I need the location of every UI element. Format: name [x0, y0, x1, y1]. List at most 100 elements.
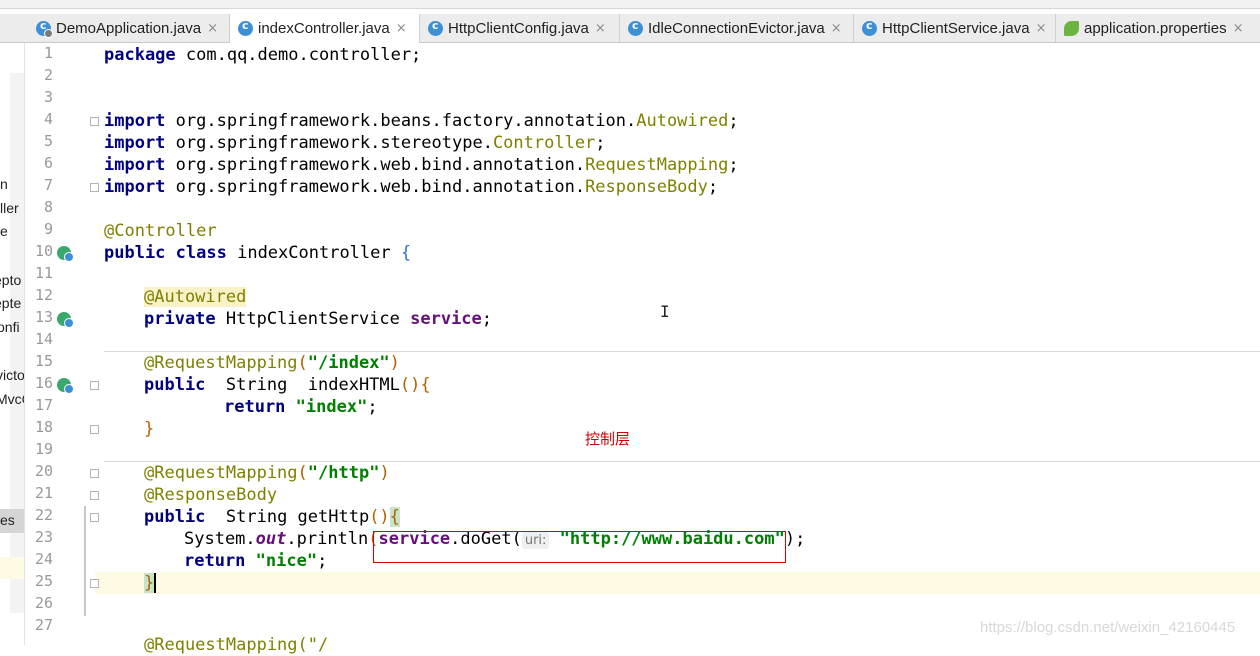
keyword: public: [144, 507, 206, 527]
keyword: private: [144, 309, 216, 329]
parens: (): [399, 375, 421, 395]
code-line-9: @Controller: [104, 220, 217, 242]
semicolon: ;: [367, 397, 378, 417]
fold-marker-icon[interactable]: [90, 491, 99, 500]
tab-httpclientservice[interactable]: HttpClientService.java ×: [854, 14, 1056, 42]
tab-httpclientconfig[interactable]: HttpClientConfig.java ×: [420, 14, 620, 42]
import-path: org.springframework.stereotype.: [165, 133, 493, 153]
keyword: import: [104, 155, 166, 175]
method-call: .doGet(: [450, 529, 522, 549]
annotation: @ResponseBody: [144, 485, 278, 505]
keyword: public: [144, 375, 206, 395]
line-number: 11: [34, 264, 53, 282]
tab-idleconnectionevictor[interactable]: IdleConnectionEvictor.java ×: [620, 14, 854, 42]
keyword: import: [104, 133, 166, 153]
project-tree-item[interactable]: es: [0, 512, 15, 528]
fold-marker-icon[interactable]: [90, 513, 99, 522]
spring-class-icon: [36, 19, 53, 38]
code-line-16: public String indexHTML(){: [144, 374, 431, 396]
semicolon: ;: [595, 133, 606, 153]
keyword: import: [104, 177, 166, 197]
annotation: @Autowired: [144, 287, 247, 307]
code-line-23: System.out.println(service.doGet(uri: "h…: [184, 529, 806, 549]
project-panel: n ller e epto epte onfi victo MvcC es: [0, 43, 25, 645]
mouse-ibeam-cursor-icon: I: [660, 302, 670, 321]
statement-end: );: [784, 529, 806, 549]
line-number: 9: [43, 220, 53, 238]
import-class: RequestMapping: [585, 155, 729, 175]
string-literal: "/http": [307, 463, 380, 483]
string-literal: "nice": [255, 551, 318, 571]
import-class: ResponseBody: [585, 177, 708, 197]
line-number: 24: [34, 550, 53, 568]
import-class: Autowired: [636, 111, 729, 131]
fold-marker-icon[interactable]: [90, 579, 99, 588]
tab-indexcontroller[interactable]: indexController.java ×: [230, 14, 420, 43]
line-number: 17: [34, 396, 53, 414]
fold-marker-icon[interactable]: [90, 469, 99, 478]
close-icon[interactable]: ×: [1233, 21, 1244, 36]
code-line-13: private HttpClientService service;: [144, 308, 492, 330]
annotation-note: 控制层: [585, 430, 631, 448]
annotation: @RequestMapping: [144, 463, 298, 483]
field-name: service: [410, 309, 482, 329]
field-name: service: [378, 529, 451, 549]
project-tree-item[interactable]: n: [0, 176, 8, 192]
spring-bean-gutter-icon[interactable]: [57, 246, 74, 262]
code-line-20: @RequestMapping("/http"): [144, 463, 390, 483]
line-number: 14: [34, 330, 53, 348]
class-icon: [428, 19, 443, 36]
close-icon[interactable]: ×: [1036, 21, 1047, 36]
tab-label: HttpClientConfig.java: [448, 19, 589, 37]
project-tree-item[interactable]: e: [0, 223, 8, 239]
tab-application-properties[interactable]: application.properties ×: [1056, 14, 1260, 42]
fold-marker-icon[interactable]: [90, 117, 99, 126]
line-number: 21: [34, 484, 53, 502]
line-number: 26: [34, 594, 53, 612]
project-tree-item[interactable]: victo: [0, 367, 24, 383]
code-line-22: public String getHttp(){: [144, 506, 400, 528]
line-number: 2: [43, 66, 53, 84]
line-number: 16: [34, 374, 53, 392]
project-tree-item[interactable]: MvcC: [0, 391, 24, 407]
line-number: 27: [34, 616, 53, 634]
import-class: Controller: [492, 133, 596, 153]
code-line-24: return "nice";: [184, 550, 327, 572]
semicolon: ;: [728, 155, 739, 175]
close-icon[interactable]: ×: [595, 21, 606, 36]
project-tree-item[interactable]: epte: [0, 295, 21, 311]
request-mapping-gutter-icon[interactable]: [57, 378, 74, 394]
fold-marker-icon[interactable]: [90, 425, 99, 434]
code-line-1: package com.qq.demo.controller;: [104, 44, 421, 66]
line-number: 20: [34, 462, 53, 480]
fold-marker-icon[interactable]: [90, 381, 99, 390]
tab-demoapplication[interactable]: DemoApplication.java ×: [28, 14, 230, 42]
import-path: org.springframework.beans.factory.annota…: [165, 111, 637, 131]
project-tree-item[interactable]: epto: [0, 272, 21, 288]
code-line-28: @RequestMapping("/: [144, 634, 328, 656]
code-line-21: @ResponseBody: [144, 484, 277, 506]
close-icon[interactable]: ×: [831, 21, 842, 36]
line-number: 25: [34, 572, 53, 590]
line-number: 19: [34, 440, 53, 458]
code-line-12: @Autowired: [144, 286, 247, 308]
brace: }: [144, 419, 155, 439]
autowired-gutter-icon[interactable]: [57, 312, 74, 328]
editor-tab-bar: DemoApplication.java × indexController.j…: [0, 14, 1260, 43]
code-editor[interactable]: package com.qq.demo.controller; import o…: [104, 43, 1254, 655]
line-number: 5: [43, 132, 53, 150]
annotation: @Controller: [104, 221, 217, 241]
close-icon[interactable]: ×: [207, 21, 218, 36]
close-icon[interactable]: ×: [396, 21, 407, 36]
tab-label: indexController.java: [258, 20, 390, 37]
brace: }: [144, 573, 155, 593]
project-tree-item[interactable]: ller: [0, 200, 19, 216]
project-tree-item[interactable]: onfi: [0, 319, 20, 335]
watermark: https://blog.csdn.net/weixin_42160445: [980, 619, 1236, 636]
tab-label: IdleConnectionEvictor.java: [648, 19, 825, 37]
change-marker-bar: [84, 506, 86, 616]
import-path: org.springframework.web.bind.annotation.: [165, 177, 586, 197]
keyword: class: [175, 243, 227, 263]
fold-marker-icon[interactable]: [90, 183, 99, 192]
line-number: 22: [34, 506, 53, 524]
